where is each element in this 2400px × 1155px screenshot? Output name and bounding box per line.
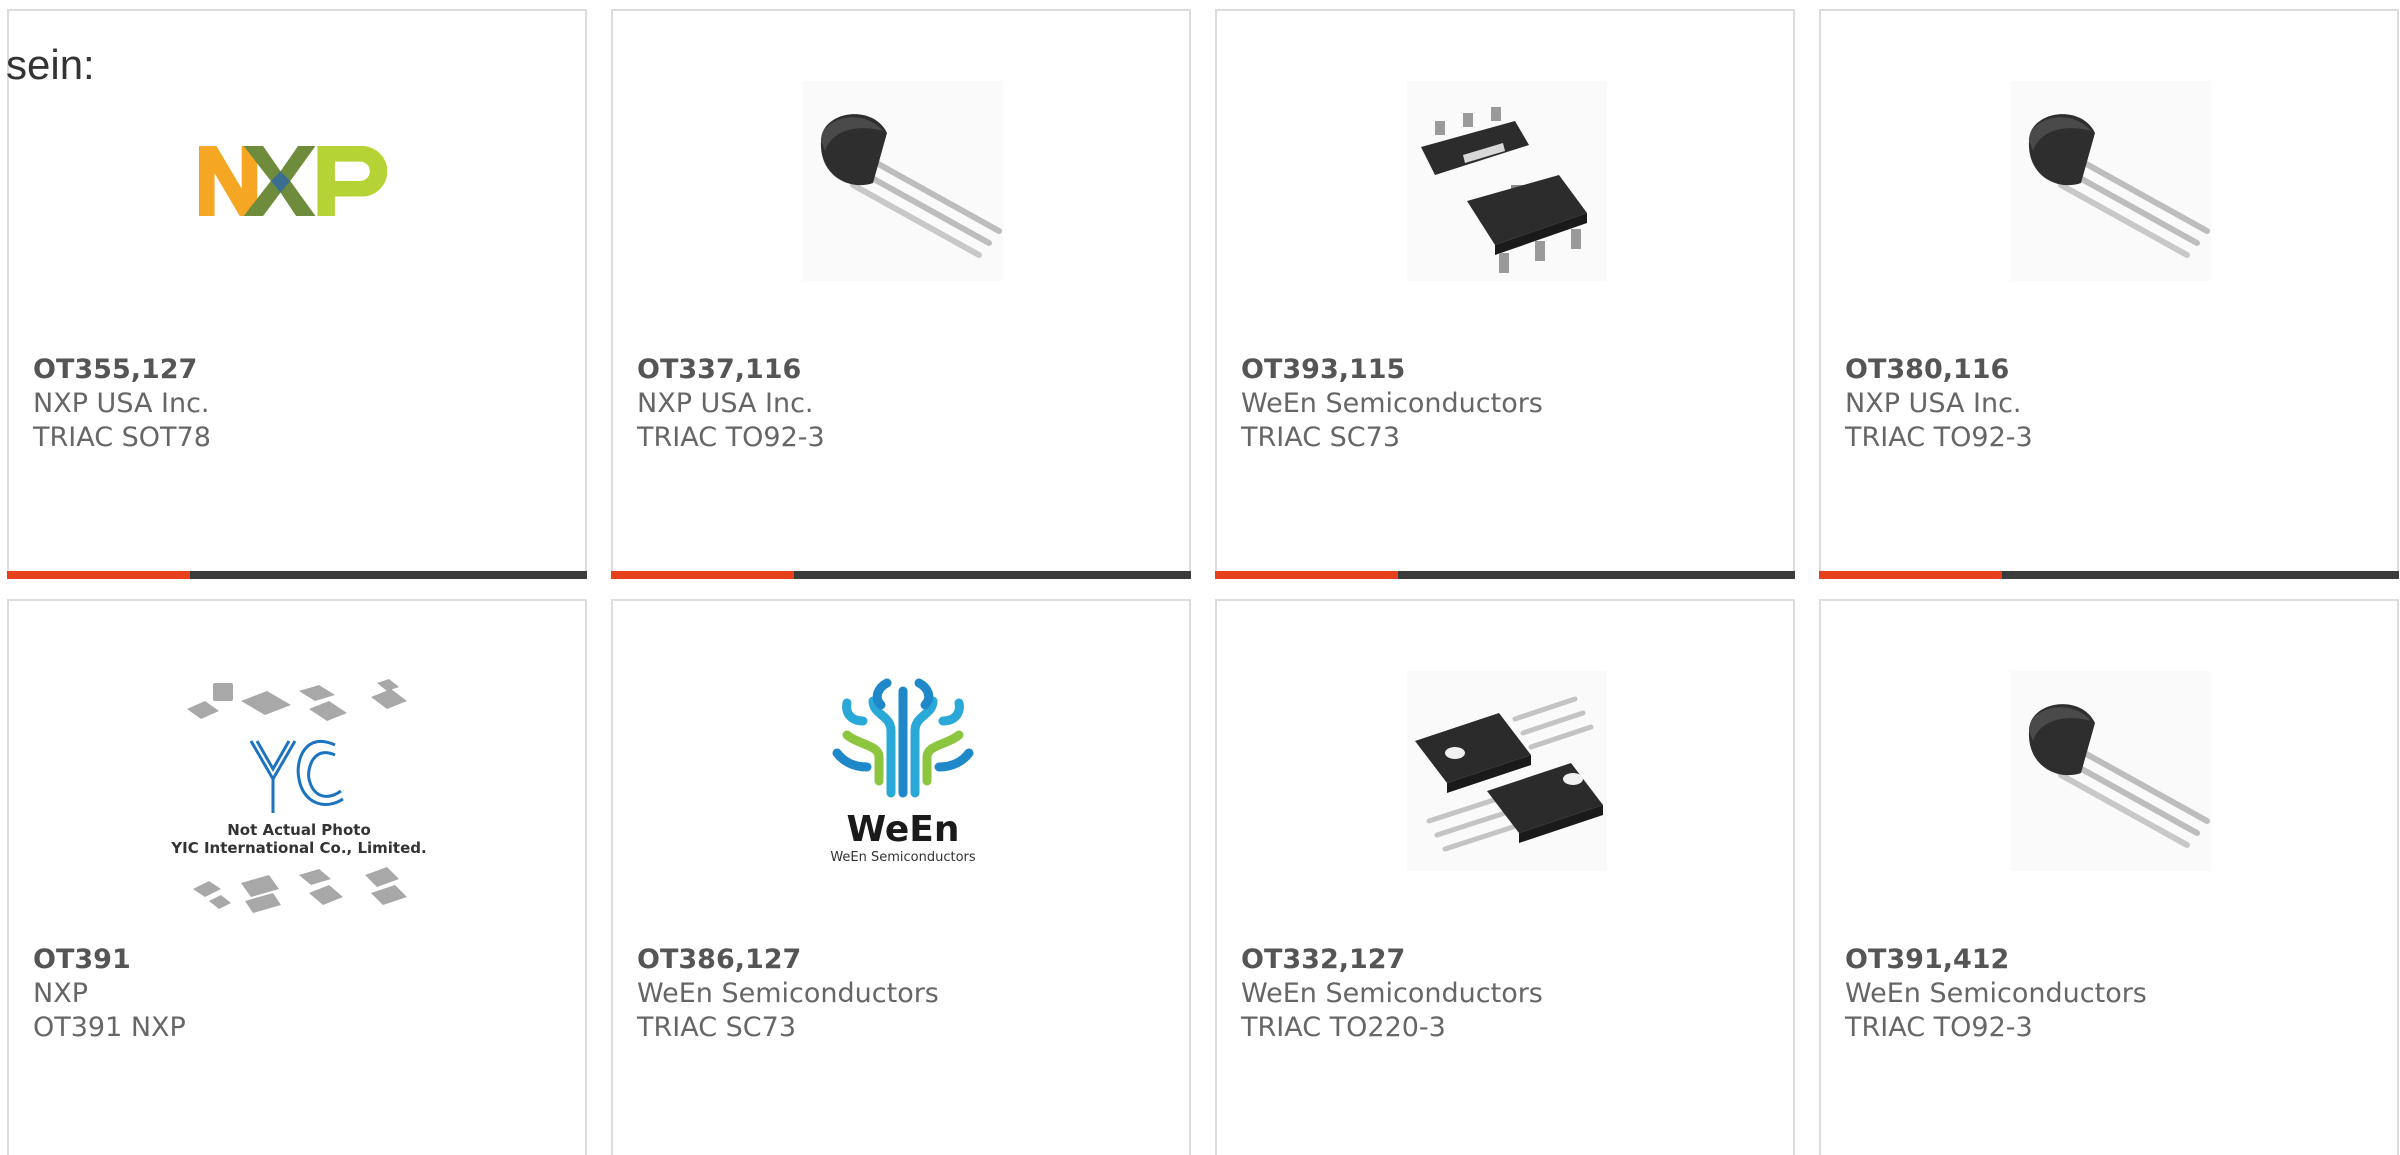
manufacturer: WeEn Semiconductors <box>1845 978 2147 1009</box>
description: TRIAC TO92-3 <box>1845 1012 2033 1043</box>
ween-logo-subtitle: WeEn Semiconductors <box>830 850 976 865</box>
part-number[interactable]: OT332,127 <box>1241 943 1543 977</box>
product-card[interactable]: OT355,127 NXP USA Inc. TRIAC SOT78 <box>7 9 587 579</box>
product-image[interactable] <box>2011 81 2211 281</box>
description: TRIAC TO220-3 <box>1241 1012 1446 1043</box>
product-image[interactable]: Not Actual Photo YIC International Co., … <box>159 679 439 919</box>
product-card[interactable]: WeEn WeEn Semiconductors OT386,127 WeEn … <box>611 599 1191 1155</box>
nxp-logo-icon <box>199 146 388 216</box>
part-number[interactable]: OT386,127 <box>637 943 939 977</box>
to92-package-icon <box>2028 114 2210 258</box>
part-number[interactable]: OT337,116 <box>637 353 825 387</box>
manufacturer: WeEn Semiconductors <box>1241 388 1543 419</box>
part-number[interactable]: OT391,412 <box>1845 943 2147 977</box>
placeholder-caption-1: Not Actual Photo <box>227 821 371 839</box>
product-image[interactable] <box>1407 81 1607 281</box>
card-footer-bar <box>611 571 1191 579</box>
yic-placeholder-icon: Not Actual Photo YIC International Co., … <box>170 679 427 913</box>
product-card[interactable]: OT391,412 WeEn Semiconductors TRIAC TO92… <box>1819 599 2399 1155</box>
to92-package-icon <box>2028 704 2210 848</box>
intro-text: sein: <box>6 41 95 88</box>
description: TRIAC SOT78 <box>33 422 211 453</box>
part-number[interactable]: OT393,115 <box>1241 353 1543 387</box>
description: OT391 NXP <box>33 1012 186 1043</box>
manufacturer: NXP <box>33 978 88 1009</box>
card-footer-bar <box>1819 571 2399 579</box>
description: TRIAC TO92-3 <box>1845 422 2033 453</box>
product-card[interactable]: OT380,116 NXP USA Inc. TRIAC TO92-3 <box>1819 9 2399 579</box>
ween-logo-icon: WeEn WeEn Semiconductors <box>830 678 976 865</box>
manufacturer: NXP USA Inc. <box>1845 388 2022 419</box>
manufacturer: NXP USA Inc. <box>33 388 210 419</box>
product-card[interactable]: OT332,127 WeEn Semiconductors TRIAC TO22… <box>1215 599 1795 1155</box>
part-number[interactable]: OT355,127 <box>33 353 211 387</box>
product-image[interactable] <box>803 81 1003 281</box>
description: TRIAC TO92-3 <box>637 422 825 453</box>
to220-package-icon <box>1415 696 1603 852</box>
accent-bar <box>1215 571 1398 579</box>
sc73-package-icon <box>1421 107 1587 273</box>
product-image[interactable] <box>2011 671 2211 871</box>
product-image[interactable] <box>199 81 399 281</box>
product-image[interactable] <box>1407 671 1607 871</box>
placeholder-caption-2: YIC International Co., Limited. <box>170 839 426 857</box>
ween-logo-wordmark: WeEn <box>846 809 959 850</box>
description: TRIAC SC73 <box>637 1012 796 1043</box>
card-footer-bar <box>1215 571 1795 579</box>
accent-bar <box>1819 571 2002 579</box>
manufacturer: NXP USA Inc. <box>637 388 814 419</box>
manufacturer: WeEn Semiconductors <box>637 978 939 1009</box>
accent-bar <box>611 571 794 579</box>
part-number[interactable]: OT380,116 <box>1845 353 2033 387</box>
part-number[interactable]: OT391 <box>33 943 186 977</box>
description: TRIAC SC73 <box>1241 422 1400 453</box>
product-card[interactable]: OT393,115 WeEn Semiconductors TRIAC SC73 <box>1215 9 1795 579</box>
product-image[interactable]: WeEn WeEn Semiconductors <box>803 671 1003 871</box>
product-card[interactable]: OT337,116 NXP USA Inc. TRIAC TO92-3 <box>611 9 1191 579</box>
card-footer-bar <box>7 571 587 579</box>
manufacturer: WeEn Semiconductors <box>1241 978 1543 1009</box>
to92-package-icon <box>820 114 1002 258</box>
accent-bar <box>7 571 190 579</box>
product-card[interactable]: Not Actual Photo YIC International Co., … <box>7 599 587 1155</box>
